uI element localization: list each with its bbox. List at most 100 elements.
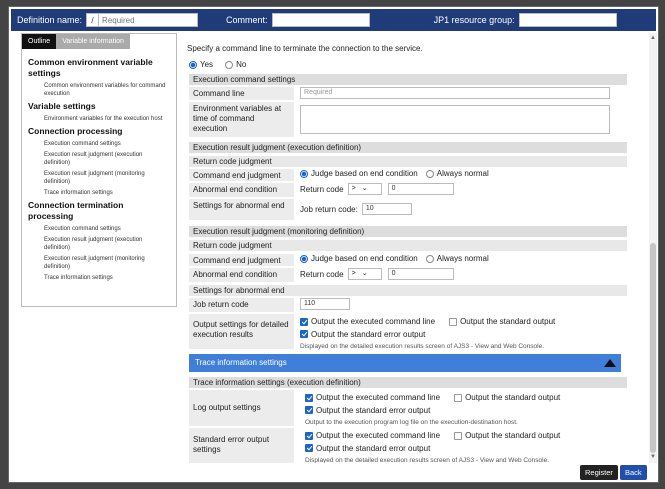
log-executed-cmd-option[interactable]: Output the executed command line — [305, 392, 440, 403]
definition-name-input[interactable] — [98, 13, 199, 27]
outline-tree: Common environment variable settings Comm… — [22, 49, 176, 282]
tree-heading[interactable]: Connection processing — [28, 126, 170, 137]
intro-text: Specify a command line to terminate the … — [187, 44, 423, 53]
yes-option[interactable]: Yes — [189, 60, 213, 69]
se-standard-option[interactable]: Output the standard output — [454, 430, 560, 441]
out-executed-cmd-checkbox[interactable] — [300, 317, 308, 326]
out-executed-cmd-label: Output the executed command line — [311, 317, 436, 326]
out-standard-label: Output the standard output — [460, 317, 556, 326]
no-radio[interactable] — [225, 60, 234, 69]
command-line-input[interactable]: Required — [300, 87, 610, 99]
dialog: Definition name: / Comment: JP1 resource… — [8, 6, 659, 483]
always-normal-option-2[interactable]: Always normal — [425, 254, 489, 263]
tree-item[interactable]: Execution result judgment (execution def… — [28, 151, 170, 167]
yes-radio[interactable] — [189, 60, 197, 69]
tab-outline[interactable]: Outline — [22, 34, 57, 49]
judge-based-radio[interactable] — [300, 169, 308, 178]
tree-item[interactable]: Environment variables for the execution … — [28, 115, 170, 123]
back-button[interactable]: Back — [620, 465, 647, 480]
tab-variable-information[interactable]: Variable information — [56, 34, 130, 49]
out-std-error-option[interactable]: Output the standard error output — [300, 329, 425, 340]
settings-abnormal-end-label: Settings for abnormal end — [189, 199, 294, 220]
tree-item[interactable]: Trace information settings — [28, 274, 170, 282]
return-code-input-2[interactable]: 0 — [387, 268, 454, 280]
env-vars-textarea[interactable] — [300, 105, 610, 134]
out-standard-checkbox[interactable] — [449, 317, 458, 326]
header-bar: Definition name: / Comment: JP1 resource… — [11, 9, 656, 31]
out-std-error-checkbox[interactable] — [300, 330, 308, 338]
section-erj-execution: Execution result judgment (execution def… — [189, 142, 627, 153]
se-std-error-option[interactable]: Output the standard error output — [305, 443, 430, 454]
no-option[interactable]: No — [225, 60, 246, 69]
output-settings-label: Output settings for detailed execution r… — [189, 314, 294, 349]
tree-item[interactable]: Execution result judgment (monitoring de… — [28, 170, 170, 186]
out-note: Displayed on the detailed execution resu… — [300, 343, 545, 350]
job-return-code-input-2[interactable]: 110 — [300, 298, 350, 310]
judge-based-radio-2[interactable] — [300, 254, 308, 263]
log-output-label: Log output settings — [189, 390, 294, 426]
log-standard-label: Output the standard output — [465, 393, 561, 402]
comment-label: Comment: — [226, 15, 268, 25]
always-normal-radio-2[interactable] — [425, 254, 434, 263]
command-line-label: Command line — [189, 87, 294, 100]
tree-item[interactable]: Common environment variables for command… — [28, 82, 170, 98]
vertical-scrollbar[interactable]: ▲ ▼ — [649, 33, 657, 463]
job-return-code-label: Job return code: — [300, 204, 358, 214]
outline-panel: Outline Variable information Common envi… — [21, 33, 177, 307]
return-code-input[interactable]: 0 — [387, 183, 454, 195]
tree-heading[interactable]: Connection termination processing — [28, 200, 170, 222]
tree-heading[interactable]: Variable settings — [28, 101, 170, 112]
settings-panel: Specify a command line to terminate the … — [181, 33, 646, 463]
register-button[interactable]: Register — [580, 465, 618, 480]
se-std-error-checkbox[interactable] — [305, 444, 313, 452]
always-normal-option[interactable]: Always normal — [425, 169, 489, 178]
tree-item[interactable]: Execution result judgment (execution def… — [28, 236, 170, 252]
judge-based-option-2[interactable]: Judge based on end condition — [300, 254, 418, 263]
se-executed-cmd-option[interactable]: Output the executed command line — [305, 430, 440, 441]
operator-select-2[interactable]: > ⌄ — [347, 268, 382, 280]
definition-prefix: / — [86, 13, 99, 27]
jp1-resource-group-label: JP1 resource group: — [433, 15, 515, 25]
tree-item[interactable]: Execution result judgment (monitoring de… — [28, 255, 170, 271]
chevron-down-icon: ⌄ — [361, 185, 368, 192]
judge-based-option[interactable]: Judge based on end condition — [300, 169, 418, 178]
always-normal-label: Always normal — [436, 169, 489, 178]
command-end-judgment-label-2: Command end judgment — [189, 254, 294, 266]
judge-based-label: Judge based on end condition — [311, 169, 418, 178]
tree-item[interactable]: Trace information settings — [28, 189, 170, 197]
out-executed-cmd-option[interactable]: Output the executed command line — [300, 316, 435, 327]
log-std-error-option[interactable]: Output the standard error output — [305, 405, 430, 416]
scroll-down-arrow-icon[interactable]: ▼ — [650, 454, 656, 460]
log-std-error-label: Output the standard error output — [316, 405, 431, 415]
tree-item[interactable]: Execution command settings — [28, 140, 170, 148]
always-normal-radio[interactable] — [425, 169, 434, 178]
yes-label: Yes — [200, 60, 214, 69]
scrollbar-thumb[interactable] — [650, 243, 656, 453]
log-standard-option[interactable]: Output the standard output — [454, 392, 560, 403]
footer-bar: Register Back — [8, 462, 659, 484]
tree-item[interactable]: Execution command settings — [28, 225, 170, 233]
outline-tabs: Outline Variable information — [22, 34, 176, 49]
abnormal-end-condition-row: Abnormal end condition Return code > ⌄ 0 — [189, 183, 627, 198]
comment-input[interactable] — [271, 13, 370, 27]
out-standard-option[interactable]: Output the standard output — [449, 316, 555, 327]
scroll-up-arrow-icon[interactable]: ▲ — [650, 35, 656, 41]
log-std-error-checkbox[interactable] — [305, 406, 313, 414]
definition-name-label: Definition name: — [17, 15, 83, 25]
trace-settings-header[interactable]: Trace information settings — [189, 354, 621, 372]
se-standard-checkbox[interactable] — [454, 431, 463, 440]
operator-select[interactable]: > ⌄ — [347, 183, 382, 195]
subsection-return-code-judgment-2: Return code judgment — [189, 240, 627, 251]
jp1-resource-group-input[interactable] — [518, 13, 617, 27]
trace-settings-title: Trace information settings — [195, 358, 287, 367]
subsection-settings-abnormal-end-2: Settings for abnormal end — [189, 285, 627, 296]
collapse-triangle-icon[interactable] — [604, 359, 616, 367]
job-return-code-input[interactable]: 10 — [361, 203, 412, 215]
log-standard-checkbox[interactable] — [454, 393, 463, 402]
log-executed-cmd-checkbox[interactable] — [305, 393, 313, 402]
env-vars-row: Environment variables at time of command… — [189, 102, 627, 138]
out-std-error-label: Output the standard error output — [311, 329, 426, 339]
settings-abnormal-end-row: Settings for abnormal end Job return cod… — [189, 199, 627, 221]
tree-heading[interactable]: Common environment variable settings — [28, 57, 170, 79]
se-executed-cmd-checkbox[interactable] — [305, 431, 313, 440]
